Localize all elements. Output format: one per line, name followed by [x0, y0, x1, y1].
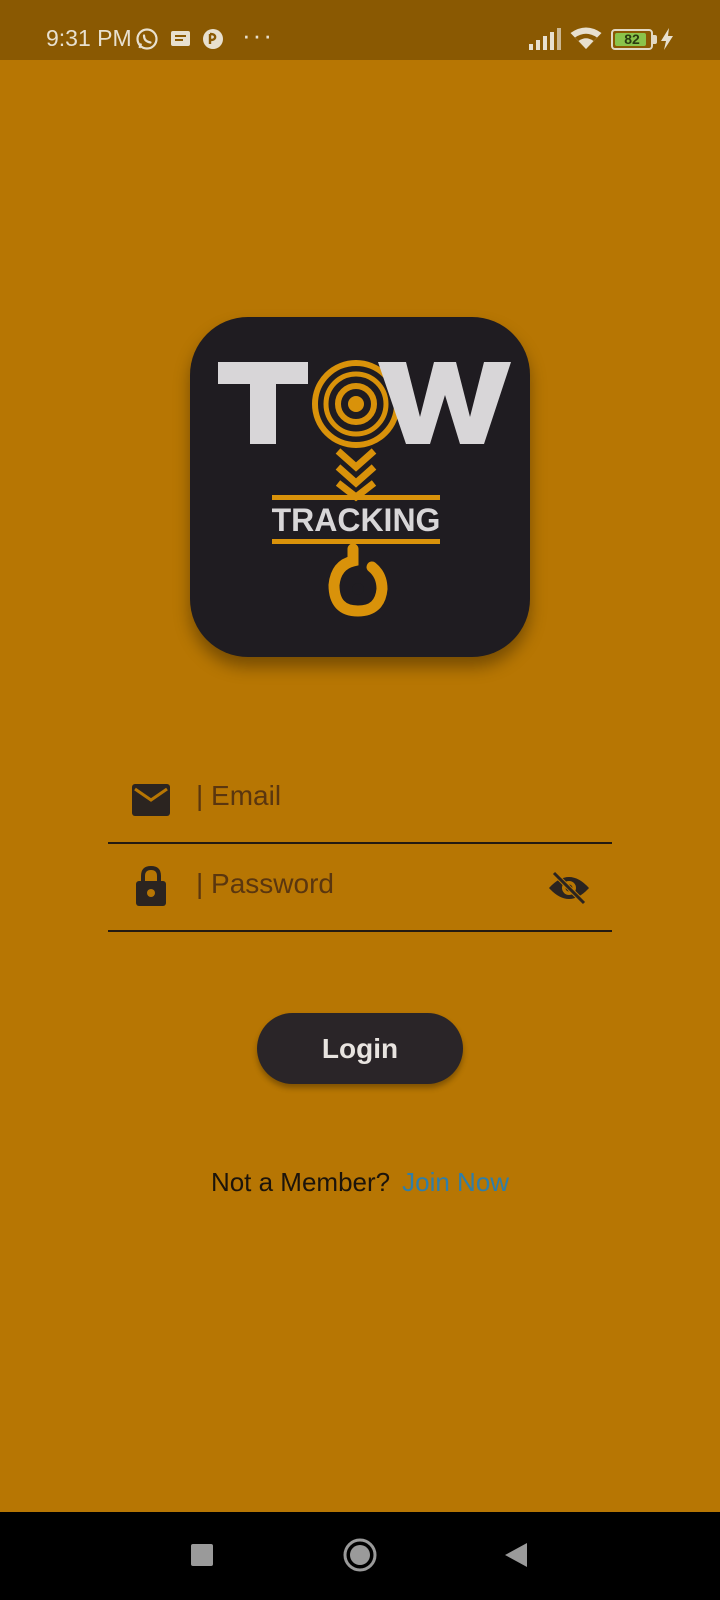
charging-icon: [661, 28, 673, 50]
battery-level: 82: [624, 31, 640, 47]
password-input[interactable]: [196, 864, 526, 904]
signal-icon: [529, 28, 561, 50]
app-logo: TRACKING: [190, 317, 530, 657]
login-screen: 9:31 PM ··· 82 TRACKING | Email Login No…: [0, 0, 720, 1600]
status-bar: 9:31 PM ··· 82: [0, 0, 720, 60]
whatsapp-icon: [136, 28, 158, 50]
app-icon: [203, 29, 223, 49]
navigation-bar: [0, 1512, 720, 1600]
message-icon: [171, 31, 190, 46]
battery-tip: [653, 35, 657, 44]
join-now-link[interactable]: Join Now: [402, 1167, 509, 1197]
tow-tracking-logo: TRACKING: [218, 360, 511, 617]
battery-icon: 82: [611, 29, 653, 50]
signup-prompt: Not a Member?: [210, 1167, 391, 1197]
lock-icon: [136, 866, 166, 906]
email-input[interactable]: [196, 776, 526, 816]
login-button[interactable]: Login: [257, 1013, 463, 1084]
status-time: 9:31 PM: [46, 25, 132, 51]
recent-apps-button[interactable]: [191, 1544, 213, 1566]
home-button[interactable]: [343, 1538, 377, 1572]
signup-row: Not a Member? Join Now: [0, 1167, 720, 1198]
wifi-icon: [570, 27, 602, 49]
toggle-password-visibility-icon[interactable]: [548, 870, 590, 906]
logo-text-tracking: TRACKING: [272, 502, 441, 538]
back-button[interactable]: [505, 1543, 527, 1567]
email-field: [108, 756, 612, 844]
password-field: [108, 844, 612, 932]
more-notifications-icon: ···: [242, 20, 274, 50]
email-icon: [132, 784, 170, 816]
